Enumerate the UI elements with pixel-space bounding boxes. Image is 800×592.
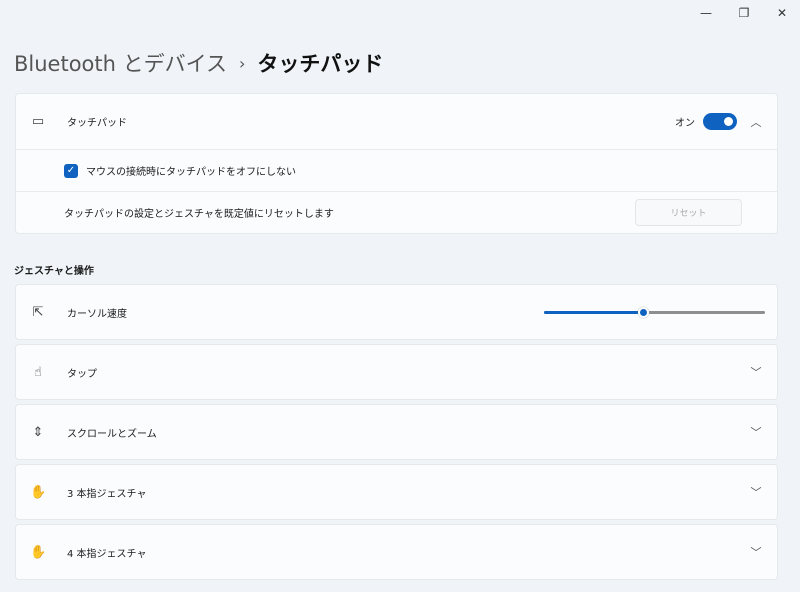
three-finger-label: 3 本指ジェスチャ (67, 488, 147, 500)
touchpad-label: タッチパッド (67, 118, 127, 129)
page-title: タッチパッド (257, 52, 384, 76)
four-finger-hand-icon: ✋ (30, 544, 47, 560)
reset-row: タッチパッドの設定とジェスチャを既定値にリセットします リセット (16, 191, 777, 233)
toggle-state-label: オン (675, 118, 695, 129)
breadcrumb: Bluetooth とデバイス › タッチパッド (14, 48, 383, 78)
touchpad-toggle[interactable] (703, 113, 737, 130)
minimize-button[interactable]: — (698, 6, 714, 20)
touchpad-card: ▭ タッチパッド オン ︿ ✓ マウスの接続時にタッチパッドをオフにしない タッ… (15, 93, 778, 234)
tap-hand-icon: ☝ (34, 364, 42, 380)
checkbox-row: ✓ マウスの接続時にタッチパッドをオフにしない (16, 149, 777, 191)
chevron-down-icon[interactable]: ﹀ (749, 424, 763, 440)
chevron-up-icon[interactable]: ︿ (749, 114, 763, 130)
keep-touchpad-checkbox[interactable]: ✓ (64, 163, 78, 178)
slider-thumb[interactable] (638, 307, 650, 318)
chevron-down-icon[interactable]: ﹀ (749, 484, 763, 500)
scroll-zoom-label: スクロールとズーム (67, 428, 157, 440)
cursor-speed-label: カーソル速度 (67, 308, 127, 320)
four-finger-card[interactable]: ✋ 4 本指ジェスチャ ﹀ (15, 524, 778, 580)
cursor-speed-row: ⇱ カーソル速度 (16, 285, 777, 339)
tap-card[interactable]: ☝ タップ ﹀ (15, 344, 778, 400)
scroll-zoom-card[interactable]: ⇕ スクロールとズーム ﹀ (15, 404, 778, 460)
reset-button[interactable]: リセット (635, 199, 742, 226)
checkbox-label[interactable]: マウスの接続時にタッチパッドをオフにしない (86, 163, 296, 178)
slider-fill (544, 311, 644, 314)
close-button[interactable]: ✕ (774, 6, 790, 20)
chevron-down-icon[interactable]: ﹀ (749, 364, 763, 380)
cursor-speed-card: ⇱ カーソル速度 (15, 284, 778, 340)
breadcrumb-separator: › (239, 53, 246, 73)
reset-description: タッチパッドの設定とジェスチャを既定値にリセットします (64, 209, 334, 220)
breadcrumb-parent[interactable]: Bluetooth とデバイス (14, 48, 227, 78)
scroll-icon: ⇕ (32, 424, 44, 440)
restore-button[interactable]: ❐ (736, 6, 752, 20)
four-finger-label: 4 本指ジェスチャ (67, 548, 147, 560)
cursor-icon: ⇱ (32, 304, 44, 320)
tap-label: タップ (67, 368, 97, 380)
chevron-down-icon[interactable]: ﹀ (749, 544, 763, 560)
touchpad-icon: ▭ (31, 114, 45, 129)
three-finger-hand-icon: ✋ (30, 484, 47, 500)
section-title: ジェスチャと操作 (14, 266, 94, 277)
window-controls: — ❐ ✕ (698, 6, 790, 20)
touchpad-header[interactable]: ▭ タッチパッド オン ︿ (16, 94, 777, 149)
three-finger-card[interactable]: ✋ 3 本指ジェスチャ ﹀ (15, 464, 778, 520)
cursor-speed-slider[interactable] (544, 306, 765, 318)
